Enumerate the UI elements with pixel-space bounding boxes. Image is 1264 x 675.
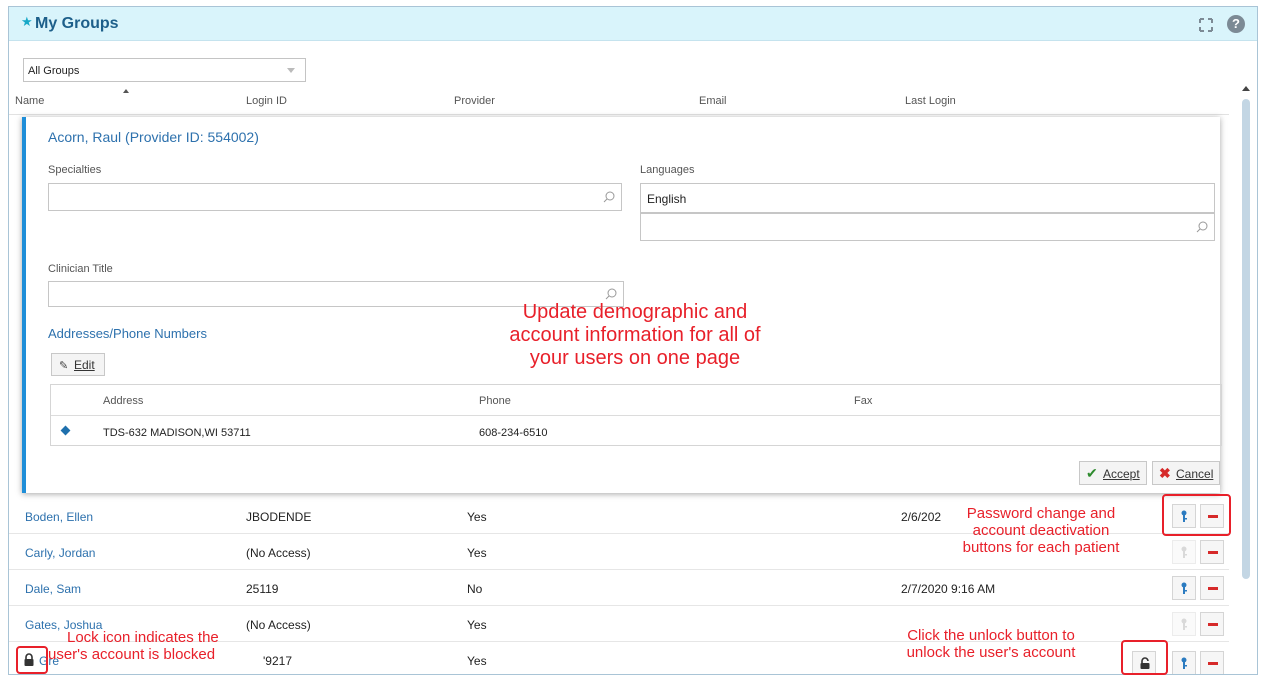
- annotation-password-line2: account deactivation: [972, 522, 1110, 539]
- clinician-title-label: Clinician Title: [48, 263, 113, 275]
- phone-column-header: Phone: [479, 395, 511, 407]
- fax-column-header: Fax: [854, 395, 873, 407]
- addresses-heading: Addresses/Phone Numbers: [48, 326, 207, 341]
- highlight-password-buttons: [1162, 494, 1231, 536]
- annotation-unlock: Click the unlock button to unlock the us…: [886, 627, 1096, 661]
- address-table-header: Address Phone Fax: [51, 385, 1221, 416]
- annotation-main-line3: your users on one page: [529, 347, 741, 369]
- highlight-unlock-button: [1121, 640, 1168, 675]
- address-table: Address Phone Fax TDS-632 MADISON,WI 537…: [50, 384, 1222, 446]
- group-filter-value: All Groups: [28, 65, 80, 77]
- login-id: JBODENDE: [246, 510, 312, 524]
- annotation-main: Update demographic and account informati…: [440, 301, 830, 370]
- minus-icon: [1208, 623, 1218, 626]
- password-change-button[interactable]: [1172, 576, 1196, 600]
- password-change-button[interactable]: [1172, 540, 1196, 564]
- accept-label: Accept: [1103, 467, 1140, 481]
- help-icon[interactable]: ?: [1227, 15, 1245, 33]
- annotation-password-line3: buttons for each patient: [962, 539, 1120, 556]
- specialties-input[interactable]: [48, 183, 622, 211]
- table-row[interactable]: Dale, Sam 25119 No 2/7/2020 9:16 AM: [9, 570, 1229, 606]
- annotation-main-line1: Update demographic and: [522, 301, 748, 323]
- accept-button[interactable]: ✔ Accept: [1079, 461, 1147, 485]
- column-header-email[interactable]: Email: [699, 95, 727, 107]
- password-change-button[interactable]: [1172, 612, 1196, 636]
- provider-flag: Yes: [467, 654, 487, 668]
- address-value: TDS-632 MADISON,WI 53711: [103, 427, 251, 439]
- search-icon[interactable]: [1196, 221, 1208, 233]
- minus-icon: [1208, 551, 1218, 554]
- annotation-main-line2: account information for all of: [509, 324, 761, 346]
- login-id: (No Access): [246, 546, 311, 560]
- user-name-link[interactable]: Dale, Sam: [25, 582, 81, 596]
- deactivate-button[interactable]: [1200, 651, 1224, 674]
- login-id-rest: Access): [268, 618, 311, 632]
- cancel-button[interactable]: ✖ Cancel: [1152, 461, 1220, 485]
- cancel-label: Cancel: [1176, 467, 1214, 481]
- password-change-button[interactable]: [1172, 651, 1196, 674]
- pencil-icon: ✎: [59, 360, 69, 372]
- languages-selected-list: English: [640, 183, 1215, 213]
- expand-icon[interactable]: [1199, 18, 1213, 32]
- login-id: 25119: [246, 582, 279, 596]
- annotation-password-line1: Password change and: [966, 505, 1116, 522]
- annotation-lock: Lock icon indicates the user's account i…: [48, 629, 268, 663]
- last-login: 2/7/2020 9:16 AM: [901, 582, 996, 596]
- key-icon: [1181, 618, 1187, 630]
- annotation-lock-line2: user's account is blocked: [48, 646, 216, 663]
- address-column-header: Address: [103, 395, 144, 407]
- minus-icon: [1208, 662, 1218, 665]
- language-item[interactable]: English: [647, 192, 686, 206]
- annotation-unlock-line1: Click the unlock button to: [907, 627, 1075, 644]
- key-icon: [1181, 582, 1187, 594]
- column-header-name[interactable]: Name: [15, 95, 44, 107]
- diamond-icon: [60, 425, 71, 436]
- key-icon: [1181, 546, 1187, 558]
- search-icon[interactable]: [605, 288, 617, 300]
- languages-input[interactable]: [640, 213, 1215, 241]
- provider-flag: Yes: [467, 618, 487, 632]
- annotation-unlock-line2: unlock the user's account: [906, 644, 1076, 661]
- deactivate-button[interactable]: [1200, 540, 1224, 564]
- column-header-login-id[interactable]: Login ID: [246, 95, 287, 107]
- specialties-label: Specialties: [48, 164, 102, 176]
- column-header-last-login[interactable]: Last Login: [905, 95, 956, 107]
- title-bar: ★ My Groups ?: [9, 7, 1257, 41]
- sort-ascending-icon: [123, 89, 129, 93]
- close-icon: ✖: [1159, 465, 1171, 481]
- deactivate-button[interactable]: [1200, 576, 1224, 600]
- table-header: Name Login ID Provider Email Last Login: [9, 87, 1229, 115]
- user-name-link[interactable]: Boden, Ellen: [25, 510, 93, 524]
- minus-icon: [1208, 587, 1218, 590]
- edit-button-label: Edit: [74, 358, 95, 372]
- checkmark-icon: ✔: [1086, 465, 1098, 481]
- address-row[interactable]: TDS-632 MADISON,WI 53711 608-234-6510: [51, 416, 1221, 446]
- search-icon[interactable]: [603, 191, 615, 203]
- key-icon: [1181, 657, 1187, 669]
- editor-user-name: Acorn, Raul (Provider ID: 554002): [48, 129, 259, 145]
- page-title: My Groups: [35, 15, 119, 32]
- group-filter-select[interactable]: All Groups: [23, 58, 306, 82]
- annotation-password: Password change and account deactivation…: [934, 505, 1148, 556]
- edit-address-button[interactable]: ✎ Edit: [51, 353, 105, 376]
- provider-flag: Yes: [467, 510, 487, 524]
- scroll-up-arrow-icon[interactable]: [1242, 86, 1250, 91]
- annotation-lock-line1: Lock icon indicates the: [67, 629, 219, 646]
- scrollbar-thumb[interactable]: [1242, 99, 1250, 579]
- languages-label: Languages: [640, 164, 695, 176]
- phone-value: 608-234-6510: [479, 427, 548, 439]
- provider-flag: No: [467, 582, 483, 596]
- column-header-provider[interactable]: Provider: [454, 95, 495, 107]
- chevron-down-icon: [287, 68, 295, 73]
- star-icon: ★: [21, 14, 33, 29]
- user-name-link[interactable]: Carly, Jordan: [25, 546, 95, 560]
- deactivate-button[interactable]: [1200, 612, 1224, 636]
- provider-flag: Yes: [467, 546, 487, 560]
- highlight-lock-icon: [16, 646, 48, 674]
